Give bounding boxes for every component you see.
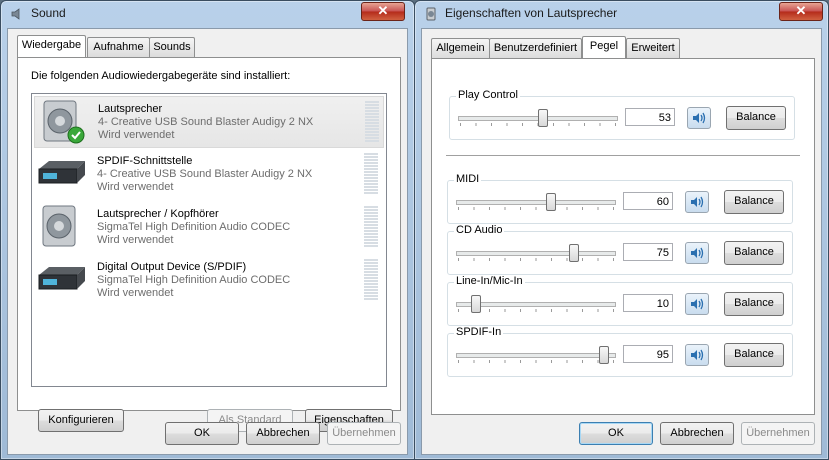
channel-label: Play Control xyxy=(456,89,520,101)
channel-label: Line-In/Mic-In xyxy=(454,275,525,287)
level-meter xyxy=(365,101,379,145)
level-group-cd-audio: CD Audio 75 Balance xyxy=(447,224,793,275)
close-button[interactable]: ✕ xyxy=(779,2,823,21)
ok-button[interactable]: OK xyxy=(579,422,653,445)
mute-button[interactable] xyxy=(685,344,709,366)
sound-title-bar[interactable]: Sound ✕ xyxy=(1,1,414,27)
speaker-icon xyxy=(11,8,20,20)
list-item[interactable]: Digital Output Device (S/PDIF) SigmaTel … xyxy=(34,255,382,305)
tab-sounds[interactable]: Sounds xyxy=(149,37,195,57)
device-driver: SigmaTel High Definition Audio CODEC xyxy=(97,221,291,233)
receiver-icon xyxy=(38,267,85,290)
cancel-button[interactable]: Abbrechen xyxy=(660,422,734,445)
device-status: Wird verwendet xyxy=(98,129,175,141)
intro-text: Die folgenden Audiowiedergabegeräte sind… xyxy=(31,70,291,82)
speaker-volume-icon xyxy=(691,349,704,361)
volume-slider-thumb[interactable] xyxy=(537,109,548,127)
volume-slider-thumb[interactable] xyxy=(568,244,579,262)
speaker-volume-icon xyxy=(691,298,704,310)
playback-panel: Die folgenden Audiowiedergabegeräte sind… xyxy=(17,57,401,432)
slider-ticks xyxy=(458,360,614,363)
list-item[interactable]: Lautsprecher / Kopfhörer SigmaTel High D… xyxy=(34,202,382,252)
balance-button[interactable]: Balance xyxy=(726,106,786,130)
device-name: SPDIF-Schnittstelle xyxy=(97,155,193,167)
list-item[interactable]: SPDIF-Schnittstelle 4- Creative USB Soun… xyxy=(34,149,382,199)
device-name: Lautsprecher xyxy=(98,103,163,115)
channel-label: SPDIF-In xyxy=(454,326,504,338)
level-meter xyxy=(364,206,378,250)
properties-title-bar[interactable]: Eigenschaften von Lautsprecher ✕ xyxy=(415,1,828,27)
device-name: Digital Output Device (S/PDIF) xyxy=(97,261,247,273)
apply-button[interactable]: Übernehmen xyxy=(741,422,815,445)
slider-ticks xyxy=(458,309,614,312)
mute-button[interactable] xyxy=(685,242,709,264)
channel-label: MIDI xyxy=(454,173,482,185)
level-meter xyxy=(364,259,378,303)
mute-button[interactable] xyxy=(685,191,709,213)
sound-client: Wiedergabe Aufnahme Sounds Die folgenden… xyxy=(7,28,408,455)
mute-button[interactable] xyxy=(687,107,711,129)
level-group-line-in: Line-In/Mic-In 10 Balance xyxy=(447,275,793,326)
device-status: Wird verwendet xyxy=(97,234,174,246)
sound-window: Sound ✕ Wiedergabe Aufnahme Sounds Die f… xyxy=(0,0,415,460)
slider-ticks xyxy=(458,207,614,210)
volume-value-field[interactable]: 95 xyxy=(623,345,673,363)
balance-button[interactable]: Balance xyxy=(724,343,784,367)
balance-button[interactable]: Balance xyxy=(724,292,784,316)
volume-slider-thumb[interactable] xyxy=(471,295,481,313)
volume-value-field[interactable]: 75 xyxy=(623,243,673,261)
close-button[interactable]: ✕ xyxy=(361,2,405,21)
tab-allgemein[interactable]: Allgemein xyxy=(431,38,490,58)
cancel-button[interactable]: Abbrechen xyxy=(246,422,320,445)
mute-button[interactable] xyxy=(685,293,709,315)
device-status: Wird verwendet xyxy=(97,287,174,299)
close-icon: ✕ xyxy=(377,3,389,18)
speaker-volume-icon xyxy=(691,247,704,259)
balance-button[interactable]: Balance xyxy=(724,241,784,265)
volume-value-field[interactable]: 53 xyxy=(625,108,675,126)
device-name: Lautsprecher / Kopfhörer xyxy=(97,208,219,220)
level-meter xyxy=(364,153,378,197)
slider-ticks xyxy=(458,258,614,261)
configure-button[interactable]: Konfigurieren xyxy=(38,409,124,432)
properties-client: Allgemein Benutzerdefiniert Pegel Erweit… xyxy=(421,28,822,455)
list-item[interactable]: Lautsprecher 4- Creative USB Sound Blast… xyxy=(34,96,384,148)
slider-track[interactable] xyxy=(456,353,616,358)
level-group-spdif-in: SPDIF-In 95 Balance xyxy=(447,326,793,377)
ok-button[interactable]: OK xyxy=(165,422,239,445)
device-status: Wird verwendet xyxy=(97,181,174,193)
speaker-default-icon xyxy=(43,100,85,144)
device-driver: 4- Creative USB Sound Blaster Audigy 2 N… xyxy=(97,168,313,180)
channel-label: CD Audio xyxy=(454,224,505,236)
level-group-play-control: Play Control 53 Balance xyxy=(449,89,795,140)
tab-erweitert[interactable]: Erweitert xyxy=(626,38,680,58)
device-driver: 4- Creative USB Sound Blaster Audigy 2 N… xyxy=(98,116,314,128)
device-driver: SigmaTel High Definition Audio CODEC xyxy=(97,274,291,286)
slider-track[interactable] xyxy=(456,251,616,256)
volume-value-field[interactable]: 60 xyxy=(623,192,673,210)
balance-button[interactable]: Balance xyxy=(724,190,784,214)
speaker-volume-icon xyxy=(691,196,704,208)
volume-slider-thumb[interactable] xyxy=(598,346,609,364)
tab-wiedergabe[interactable]: Wiedergabe xyxy=(17,35,86,57)
device-list[interactable]: Lautsprecher 4- Creative USB Sound Blast… xyxy=(31,93,387,387)
tab-benutzerdefiniert[interactable]: Benutzerdefiniert xyxy=(489,38,582,58)
window-title: Eigenschaften von Lautsprecher xyxy=(445,6,618,20)
window-title: Sound xyxy=(31,6,66,20)
speaker-icon xyxy=(42,205,76,247)
apply-button[interactable]: Übernehmen xyxy=(327,422,401,445)
levels-panel: Play Control 53 Balance MIDI 60 Balance … xyxy=(431,58,815,415)
volume-value-field[interactable]: 10 xyxy=(623,294,673,312)
volume-slider-thumb[interactable] xyxy=(546,193,556,211)
speaker-volume-icon xyxy=(693,112,706,124)
receiver-icon xyxy=(38,161,85,184)
separator xyxy=(446,155,800,157)
slider-track[interactable] xyxy=(456,200,616,205)
speaker-icon xyxy=(426,7,436,21)
tab-pegel[interactable]: Pegel xyxy=(582,36,626,58)
close-icon: ✕ xyxy=(795,3,807,18)
tab-aufnahme[interactable]: Aufnahme xyxy=(87,37,150,57)
properties-window: Eigenschaften von Lautsprecher ✕ Allgeme… xyxy=(414,0,829,460)
level-group-midi: MIDI 60 Balance xyxy=(447,173,793,224)
